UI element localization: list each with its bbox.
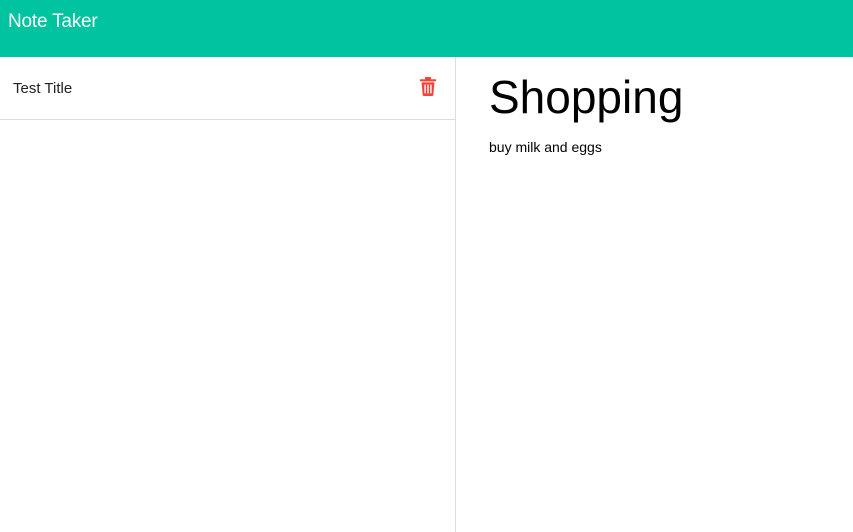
delete-note-button[interactable] — [418, 75, 438, 97]
notes-list: Test Title — [0, 57, 456, 532]
list-item[interactable]: Test Title — [0, 57, 456, 120]
navbar: Note Taker — [0, 0, 853, 57]
app-brand-link[interactable]: Note Taker — [8, 10, 98, 34]
trash-icon — [420, 76, 436, 96]
note-item-title[interactable]: Test Title — [13, 79, 72, 99]
note-editor: buy milk and eggs — [457, 57, 853, 532]
note-text-area[interactable]: buy milk and eggs — [489, 137, 839, 517]
note-title-input[interactable] — [489, 69, 839, 125]
